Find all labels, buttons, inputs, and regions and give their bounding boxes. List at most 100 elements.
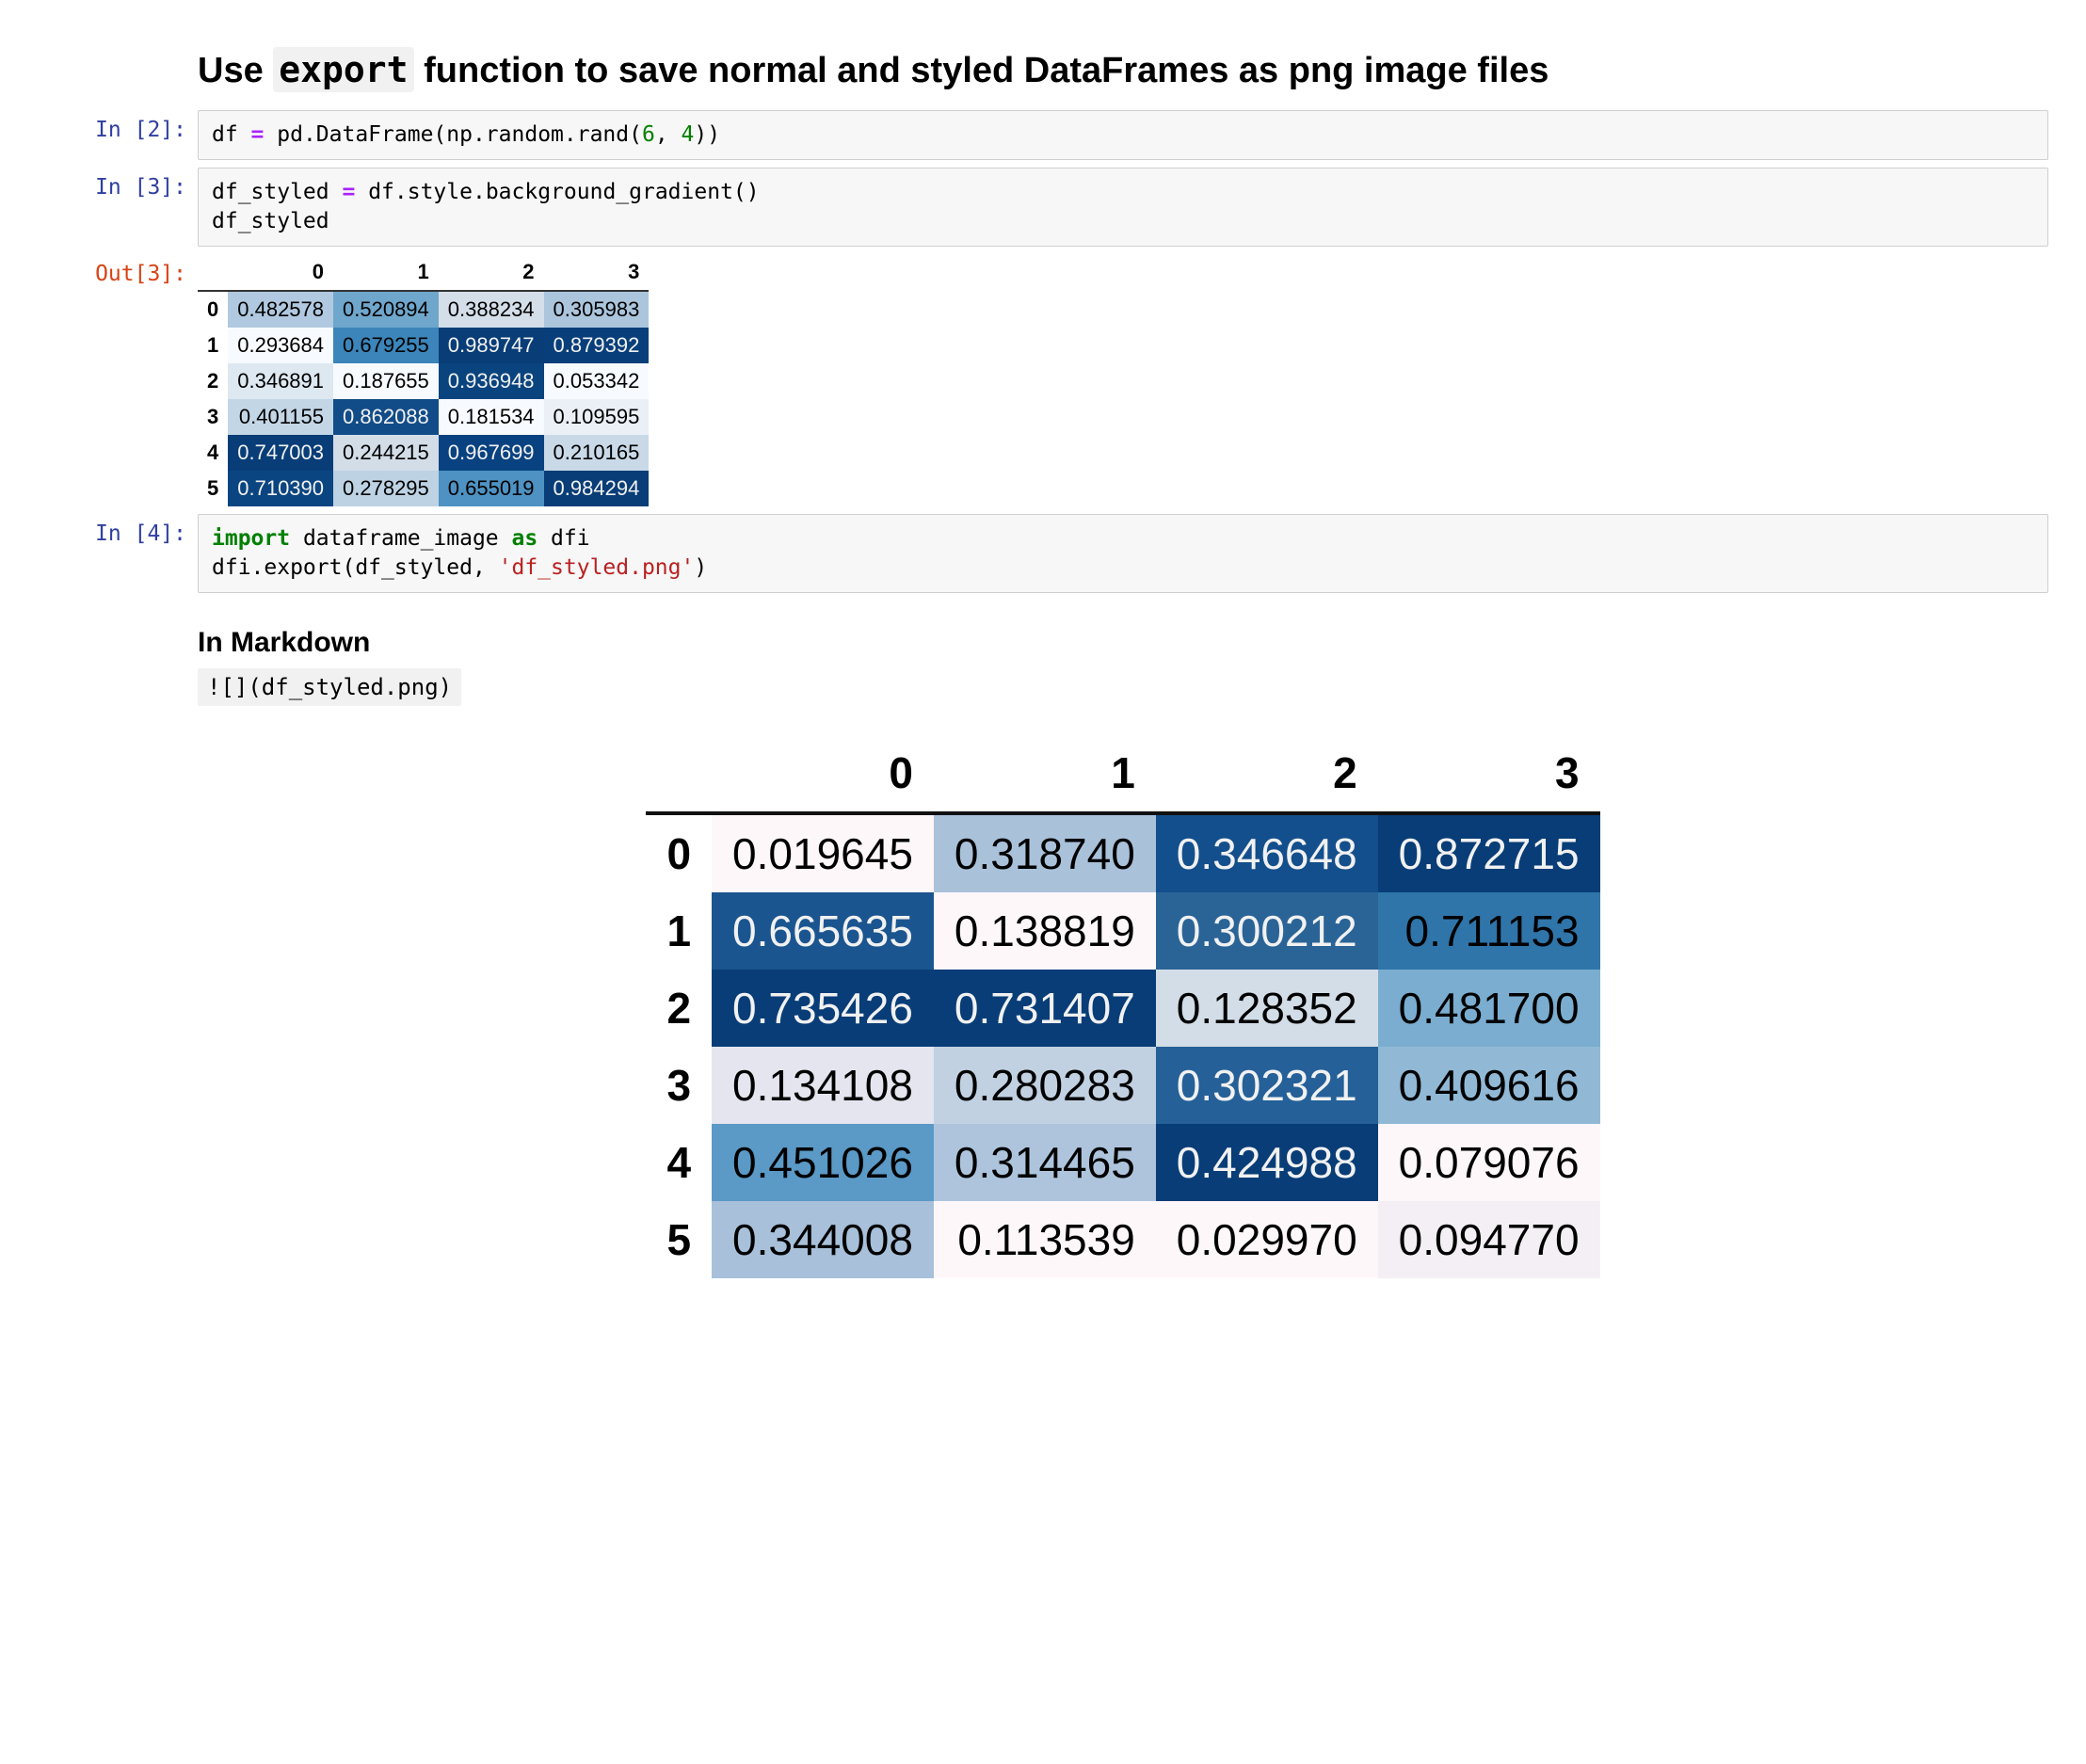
table-row: 10.6656350.1388190.3002120.711153 [646, 892, 1599, 970]
table-cell: 0.481700 [1378, 970, 1600, 1047]
table-cell: 0.747003 [228, 435, 333, 471]
code-cell-4: In [4]: import dataframe_image as dfi df… [38, 514, 2048, 593]
table-column-header: 3 [544, 254, 650, 291]
table-row: 00.0196450.3187400.3466480.872715 [646, 813, 1599, 892]
output-cell-3: Out[3]: 012300.4825780.5208940.3882340.3… [38, 254, 2048, 506]
prompt-in-4: In [4]: [38, 514, 198, 546]
table-cell: 0.210165 [544, 435, 650, 471]
notebook-page: Use export function to save normal and s… [0, 0, 2086, 1305]
table-row-header: 3 [646, 1047, 712, 1124]
title-pre: Use [198, 51, 273, 90]
code-input-2[interactable]: df = pd.DataFrame(np.random.rand(6, 4)) [198, 110, 2048, 160]
table-column-header: 1 [333, 254, 439, 291]
table-cell: 0.094770 [1378, 1201, 1600, 1278]
table-cell: 0.318740 [934, 813, 1156, 892]
table-row-header: 4 [198, 435, 228, 471]
code-input-4[interactable]: import dataframe_image as dfi dfi.export… [198, 514, 2048, 593]
table-cell: 0.451026 [712, 1124, 934, 1201]
table-row: 30.4011550.8620880.1815340.109595 [198, 399, 649, 435]
table-row: 50.3440080.1135390.0299700.094770 [646, 1201, 1599, 1278]
table-cell: 0.305983 [544, 291, 650, 328]
table-cell: 0.293684 [228, 328, 333, 363]
title-code: export [273, 47, 413, 92]
table-column-header: 2 [1156, 734, 1378, 813]
table-row-header: 0 [198, 291, 228, 328]
large-dataframe-wrap: 012300.0196450.3187400.3466480.87271510.… [198, 734, 2048, 1278]
table-cell: 0.278295 [333, 471, 439, 506]
table-cell: 0.862088 [333, 399, 439, 435]
table-row-header: 0 [646, 813, 712, 892]
table-cell: 0.128352 [1156, 970, 1378, 1047]
table-row-header: 4 [646, 1124, 712, 1201]
title-post: function to save normal and styled DataF… [414, 51, 1549, 90]
table-cell: 0.314465 [934, 1124, 1156, 1201]
prompt-empty-2 [38, 601, 198, 608]
table-cell: 0.967699 [439, 435, 544, 471]
table-corner [198, 254, 228, 291]
table-cell: 0.302321 [1156, 1047, 1378, 1124]
code-input-3[interactable]: df_styled = df.style.background_gradient… [198, 168, 2048, 247]
table-row: 40.4510260.3144650.4249880.079076 [646, 1124, 1599, 1201]
table-row: 00.4825780.5208940.3882340.305983 [198, 291, 649, 328]
table-cell: 0.482578 [228, 291, 333, 328]
table-cell: 0.113539 [934, 1201, 1156, 1278]
table-cell: 0.134108 [712, 1047, 934, 1124]
table-cell: 0.936948 [439, 363, 544, 399]
table-cell: 0.181534 [439, 399, 544, 435]
table-column-header: 0 [712, 734, 934, 813]
code-cell-3: In [3]: df_styled = df.style.background_… [38, 168, 2048, 247]
table-row-header: 2 [646, 970, 712, 1047]
table-row-header: 5 [198, 471, 228, 506]
styled-dataframe-small: 012300.4825780.5208940.3882340.30598310.… [198, 254, 649, 506]
markdown-title-cell: Use export function to save normal and s… [38, 26, 2048, 103]
prompt-out-3: Out[3]: [38, 254, 198, 286]
table-cell: 0.409616 [1378, 1047, 1600, 1124]
table-row: 20.7354260.7314070.1283520.481700 [646, 970, 1599, 1047]
table-cell: 0.989747 [439, 328, 544, 363]
table-cell: 0.346648 [1156, 813, 1378, 892]
table-cell: 0.280283 [934, 1047, 1156, 1124]
table-cell: 0.520894 [333, 291, 439, 328]
table-cell: 0.138819 [934, 892, 1156, 970]
markdown-section-cell: In Markdown ![](df_styled.png) 012300.01… [38, 601, 2048, 1278]
table-cell: 0.984294 [544, 471, 650, 506]
table-row: 40.7470030.2442150.9676990.210165 [198, 435, 649, 471]
prompt-empty [38, 26, 198, 34]
table-cell: 0.079076 [1378, 1124, 1600, 1201]
table-row: 10.2936840.6792550.9897470.879392 [198, 328, 649, 363]
table-row-header: 1 [198, 328, 228, 363]
table-cell: 0.029970 [1156, 1201, 1378, 1278]
table-cell: 0.711153 [1378, 892, 1600, 970]
table-cell: 0.300212 [1156, 892, 1378, 970]
table-cell: 0.655019 [439, 471, 544, 506]
table-cell: 0.872715 [1378, 813, 1600, 892]
table-cell: 0.879392 [544, 328, 650, 363]
table-cell: 0.735426 [712, 970, 934, 1047]
table-cell: 0.344008 [712, 1201, 934, 1278]
code-cell-2: In [2]: df = pd.DataFrame(np.random.rand… [38, 110, 2048, 160]
table-cell: 0.053342 [544, 363, 650, 399]
table-cell: 0.244215 [333, 435, 439, 471]
styled-dataframe-large: 012300.0196450.3187400.3466480.87271510.… [646, 734, 1599, 1278]
table-cell: 0.679255 [333, 328, 439, 363]
table-column-header: 3 [1378, 734, 1600, 813]
table-cell: 0.109595 [544, 399, 650, 435]
table-cell: 0.731407 [934, 970, 1156, 1047]
markdown-heading: In Markdown [198, 627, 2048, 659]
prompt-in-3: In [3]: [38, 168, 198, 200]
table-cell: 0.388234 [439, 291, 544, 328]
table-cell: 0.665635 [712, 892, 934, 970]
table-column-header: 1 [934, 734, 1156, 813]
table-row-header: 5 [646, 1201, 712, 1278]
table-row: 50.7103900.2782950.6550190.984294 [198, 471, 649, 506]
markdown-code: ![](df_styled.png) [198, 668, 461, 706]
table-cell: 0.401155 [228, 399, 333, 435]
table-row: 30.1341080.2802830.3023210.409616 [646, 1047, 1599, 1124]
table-row-header: 3 [198, 399, 228, 435]
page-title: Use export function to save normal and s… [198, 49, 2048, 91]
table-cell: 0.187655 [333, 363, 439, 399]
table-row: 20.3468910.1876550.9369480.053342 [198, 363, 649, 399]
table-row-header: 2 [198, 363, 228, 399]
table-row-header: 1 [646, 892, 712, 970]
table-column-header: 2 [439, 254, 544, 291]
